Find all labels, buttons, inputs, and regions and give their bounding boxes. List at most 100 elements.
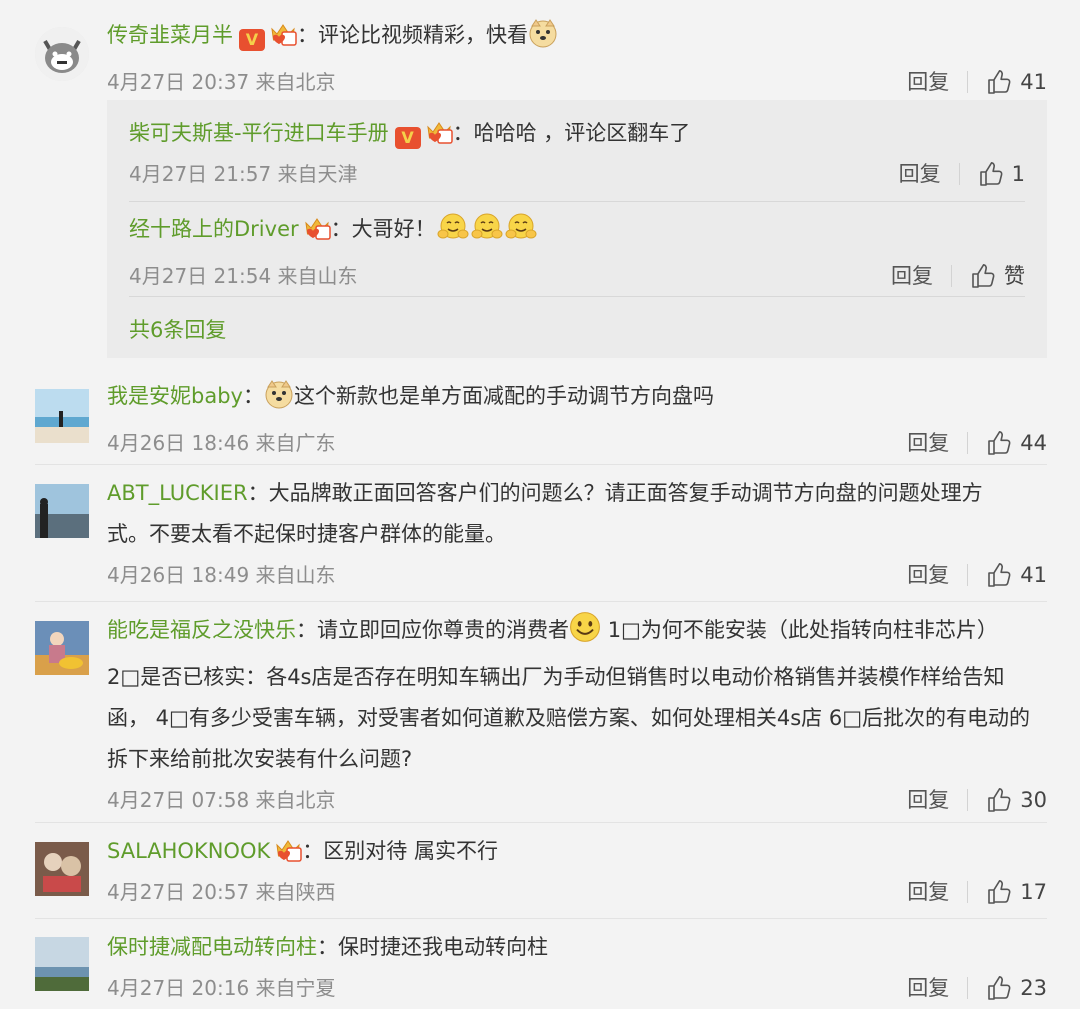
like-button[interactable]: 41 (986, 555, 1047, 595)
avatar[interactable] (35, 484, 89, 538)
username[interactable]: 能吃是福反之没快乐 (107, 618, 296, 642)
comment-divider (35, 601, 1047, 602)
comment-divider (35, 918, 1047, 919)
like-button[interactable]: 17 (986, 872, 1047, 912)
like-button[interactable]: 30 (986, 780, 1047, 820)
comment-item: 我是安妮baby： 这个新款也是单方面减配的手动调节方向盘吗 4月26日 18:4… (0, 376, 1080, 464)
fan-crown-icon (269, 19, 297, 45)
colon: ： (247, 481, 269, 505)
reply-meta: 4月27日 21:57 来自天津 (129, 162, 358, 186)
colon: ： (297, 23, 318, 47)
avatar[interactable] (35, 937, 89, 991)
comment-text: 保时捷还我电动转向柱 (338, 935, 548, 959)
reply-text: 大哥好！ (351, 217, 436, 241)
comment-meta: 4月27日 20:57 来自陕西 (107, 880, 336, 904)
thumbs-up-icon (986, 975, 1012, 1001)
username[interactable]: ABT_LUCKIER (107, 481, 248, 505)
comment-item: 能吃是福反之没快乐：请立即回应你尊贵的消费者 1□为何不能安装（此处指转向柱非芯… (0, 610, 1080, 822)
reply-button[interactable]: 回复 (899, 154, 941, 194)
like-count: 41 (1020, 70, 1047, 94)
divider (967, 564, 969, 586)
divider (967, 71, 969, 93)
thumbs-up-icon (986, 430, 1012, 456)
colon: ： (330, 217, 352, 241)
thumbs-up-icon (978, 161, 1004, 187)
like-count: 30 (1020, 788, 1047, 812)
username[interactable]: 柴可夫斯基-平行进口车手册 (129, 121, 389, 145)
comment-item: SALAHOKNOOK ：区别对待 属实不行 4月27日 20:57 来自陕西 回… (0, 831, 1080, 918)
colon: ： (296, 618, 317, 642)
like-count: 1 (1011, 162, 1025, 186)
comment-text: 请立即回应你尊贵的消费者 (317, 618, 569, 642)
reply-button[interactable]: 回复 (907, 780, 949, 820)
like-button[interactable]: 41 (986, 62, 1047, 102)
thumbs-up-icon (986, 69, 1012, 95)
comment-text: 这个新款也是单方面减配的手动调节方向盘吗 (293, 384, 714, 408)
reply-divider (129, 201, 1025, 202)
divider (967, 977, 969, 999)
colon: ： (452, 121, 474, 145)
fan-crown-icon (303, 213, 331, 239)
username[interactable]: 传奇韭菜月半 (107, 23, 233, 47)
like-button[interactable]: 1 (978, 154, 1025, 194)
username[interactable]: 保时捷减配电动转向柱 (107, 935, 317, 959)
reply-button[interactable]: 回复 (907, 555, 949, 595)
comment-text: 区别对待 属实不行 (323, 839, 498, 863)
reply-button[interactable]: 回复 (907, 968, 949, 1008)
more-replies-link[interactable]: 共6条回复 (129, 312, 226, 348)
smile-emoji-icon (569, 611, 601, 657)
like-count: 41 (1020, 563, 1047, 587)
like-button[interactable]: 44 (986, 423, 1047, 463)
reply-item: 经十路上的Driver ：大哥好！ 4月27日 21:54 来自山东 回复 赞 (129, 209, 1025, 296)
reply-thread: 柴可夫斯基-平行进口车手册 V ：哈哈哈 ，评论区翻车了 4月27日 21:57 来… (107, 100, 1047, 358)
like-label: 赞 (1004, 264, 1025, 288)
fan-crown-icon (425, 117, 453, 143)
doge-emoji-icon (528, 18, 558, 62)
comment-meta: 4月27日 07:58 来自北京 (107, 788, 336, 812)
comment-text: 大品牌敢正面回答客户们的问题么？请正面答复手动调节方向盘的问题处理方 (268, 481, 983, 505)
colon: ： (302, 839, 324, 863)
hug-emoji-icon (436, 212, 470, 256)
divider (967, 432, 969, 454)
comment-text: 2□是否已核实：各4s店是否存在明知车辆出厂为手动但销售时以电动价格销售并装模作… (107, 665, 1005, 689)
fan-crown-icon (274, 835, 302, 861)
reply-button[interactable]: 回复 (907, 872, 949, 912)
comment-divider (35, 464, 1047, 465)
like-count: 44 (1020, 431, 1047, 455)
divider (967, 881, 969, 903)
thumbs-up-icon (986, 562, 1012, 588)
comment-text: 1□为何不能安装（此处指转向柱非芯片） (607, 618, 998, 642)
reply-button[interactable]: 回复 (907, 62, 949, 102)
comment-text: 式。不要太看不起保时捷客户群体的能量。 (107, 522, 506, 546)
reply-divider (129, 296, 1025, 297)
comment-text: 评论比视频精彩，快看 (318, 23, 528, 47)
reply-item: 柴可夫斯基-平行进口车手册 V ：哈哈哈 ，评论区翻车了 4月27日 21:57 来… (129, 113, 1025, 194)
reply-button[interactable]: 回复 (891, 256, 933, 296)
reply-button[interactable]: 回复 (907, 423, 949, 463)
thumbs-up-icon (986, 879, 1012, 905)
comment-item: 传奇韭菜月半 V ：评论比视频精彩，快看 4月27日 20:37 来自北京 回复 4… (0, 0, 1080, 365)
reply-meta: 4月27日 21:54 来自山东 (129, 264, 358, 288)
avatar[interactable] (35, 621, 89, 675)
colon: ： (242, 384, 264, 408)
thumbs-up-icon (986, 787, 1012, 813)
like-button[interactable]: 23 (986, 968, 1047, 1008)
avatar[interactable] (35, 27, 89, 81)
avatar[interactable] (35, 842, 89, 896)
comment-meta: 4月26日 18:49 来自山东 (107, 563, 336, 587)
comment-item: 保时捷减配电动转向柱：保时捷还我电动转向柱 4月27日 20:16 来自宁夏 回… (0, 927, 1080, 1009)
comment-meta: 4月27日 20:37 来自北京 (107, 70, 336, 94)
username[interactable]: 经十路上的Driver (129, 217, 299, 241)
colon: ： (317, 935, 338, 959)
reply-text: 哈哈哈 ，评论区翻车了 (473, 121, 691, 145)
like-count: 17 (1020, 880, 1047, 904)
username[interactable]: SALAHOKNOOK (107, 839, 270, 863)
username[interactable]: 我是安妮baby (107, 384, 243, 408)
comment-meta: 4月27日 20:16 来自宁夏 (107, 976, 336, 1000)
divider (958, 163, 960, 185)
divider (951, 265, 952, 287)
hug-emoji-icon (470, 212, 504, 256)
comment-text: 拆下来给前批次安装有什么问题? (107, 747, 413, 771)
avatar[interactable] (35, 389, 89, 443)
like-button[interactable]: 赞 (970, 256, 1025, 296)
